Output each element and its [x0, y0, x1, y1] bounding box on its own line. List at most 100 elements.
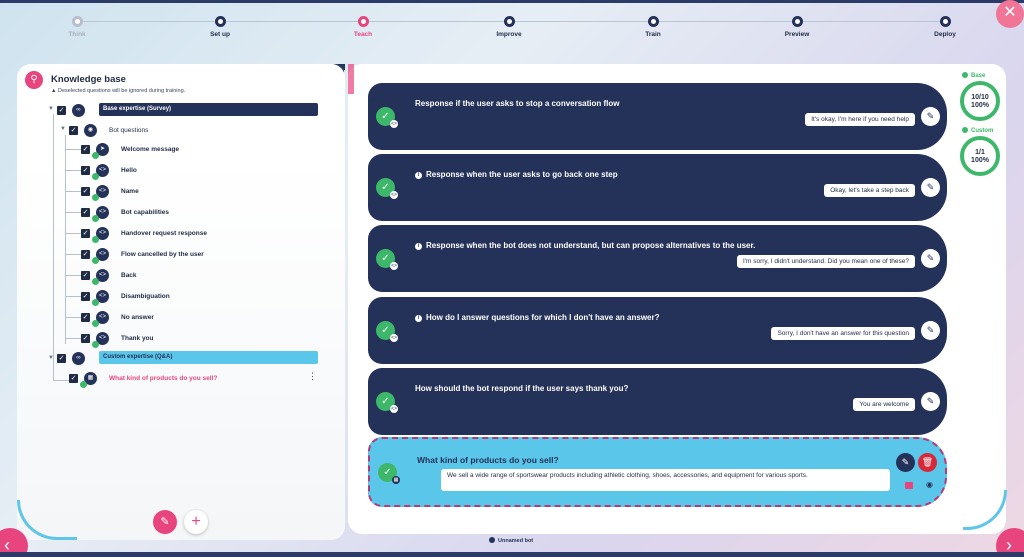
tree-item-disambiguation[interactable]: ✓ <> Disambiguation [81, 288, 170, 306]
decoration-stripe [348, 64, 354, 94]
edit-answer-button[interactable]: ✎ [921, 178, 940, 197]
card-question: What kind of products do you sell? [417, 455, 559, 465]
collapse-toggle[interactable]: ▼ [48, 355, 54, 361]
tag-icon[interactable] [905, 482, 913, 489]
checkbox[interactable]: ✓ [81, 228, 90, 238]
pencil-icon: ✎ [926, 111, 935, 121]
base-progress-ring: 10/10 100% [960, 81, 1000, 121]
tree-item-name[interactable]: ✓ <> Name [81, 183, 139, 201]
answer-card[interactable]: ✓ <> i Response when the bot does not unde… [368, 225, 947, 292]
edit-answer-button[interactable]: ✎ [921, 321, 940, 340]
add-button[interactable]: + [184, 510, 208, 534]
check-icon: ✓ <> [376, 178, 398, 199]
screen-icon [791, 16, 803, 27]
knowledge-base-panel: ⚲ Knowledge base ▲ Deselected questions … [17, 64, 345, 540]
answer-textbox[interactable]: We sell a wide range of sportswear produ… [441, 469, 890, 491]
tree-item-bot-questions[interactable]: ✓ ◉ Bot questions [69, 122, 148, 138]
pin-icon [962, 72, 968, 78]
close-icon: ✕ [1003, 4, 1017, 21]
tree-item-thank-you[interactable]: ✓ <> Thank you [81, 330, 154, 348]
step-label: Think [68, 31, 86, 38]
checkbox[interactable]: ✓ [69, 125, 78, 135]
edit-answer-button[interactable]: ✎ [921, 249, 940, 268]
answer-card[interactable]: ✓ <> i How do I answer questions for which… [368, 297, 947, 364]
step-label: Teach [353, 31, 373, 38]
checkbox[interactable]: ✓ [81, 249, 90, 259]
collapse-toggle[interactable]: ▼ [48, 106, 54, 112]
tree-item-flow-cancelled[interactable]: ✓ <> Flow cancelled by the user [81, 246, 204, 264]
checkbox[interactable]: ✓ [81, 207, 90, 217]
answer-card[interactable]: ✓ <> i Response when the user asks to go b… [368, 154, 947, 221]
checkbox[interactable]: ✓ [81, 291, 90, 301]
code-icon: <> [92, 331, 109, 348]
more-options-icon[interactable]: ⋮ [308, 371, 317, 382]
step-label: Set up [210, 31, 230, 38]
checkbox[interactable]: ✓ [57, 105, 66, 115]
step-think[interactable]: Think [37, 16, 117, 38]
triangle-icon [503, 16, 515, 27]
edit-button[interactable]: ✎ [153, 510, 177, 534]
step-set-up[interactable]: Set up [180, 16, 260, 38]
base-expertise-label[interactable]: Base expertise (Survey) [99, 103, 318, 116]
edit-answer-button[interactable]: ✎ [921, 107, 940, 126]
tree-item-welcome-message[interactable]: ✓ ➤ Welcome message [81, 141, 179, 159]
check-icon: ✓ <> [376, 107, 398, 128]
info-icon: i [415, 315, 422, 322]
tree-item-hello[interactable]: ✓ <> Hello [81, 162, 137, 180]
card-answer: Sorry, I don't have an answer for this q… [771, 327, 915, 340]
lightbulb-icon [71, 16, 83, 27]
answer-card[interactable]: ✓ <> How should the bot respond if the us… [368, 368, 947, 435]
custom-stat-label: Custom [962, 127, 993, 134]
edit-answer-button[interactable]: ✎ [921, 392, 940, 411]
checkbox[interactable]: ✓ [81, 165, 90, 175]
info-icon: i [415, 172, 422, 179]
card-answer: You are welcome [853, 398, 915, 411]
step-label: Improve [496, 31, 522, 38]
checkbox[interactable]: ✓ [81, 312, 90, 322]
step-deploy[interactable]: Deploy [905, 16, 985, 38]
warning-text: ▲ Deselected questions will be ignored d… [51, 88, 186, 94]
step-preview[interactable]: Preview [757, 16, 837, 38]
pencil-icon: ✎ [926, 253, 935, 263]
tree-item-back[interactable]: ✓ <> Back [81, 267, 137, 285]
checkbox[interactable]: ✓ [81, 270, 90, 280]
card-answer: It's okay, I'm here if you need help [805, 113, 915, 126]
tree-item-base-expertise[interactable]: ✓ ∞ [57, 102, 85, 118]
delete-button[interactable]: 🗑 [918, 453, 937, 472]
collapse-toggle[interactable]: ▼ [60, 126, 66, 132]
code-icon: <> [92, 268, 109, 285]
eye-icon: ◉ [84, 123, 97, 137]
checkbox[interactable]: ✓ [81, 186, 90, 196]
edit-answer-button[interactable]: ✎ [896, 453, 915, 472]
knowledge-base-title: Knowledge base [51, 74, 126, 85]
dumbbell-icon [647, 16, 659, 27]
code-icon: <> [92, 184, 109, 201]
eye-icon[interactable]: ◉ [926, 480, 933, 489]
progress-stepper: Think Set up Teach Improve Train Preview… [0, 10, 1024, 50]
checkbox[interactable]: ✓ [81, 144, 90, 154]
tree-item-handover-request[interactable]: ✓ <> Handover request response [81, 225, 207, 243]
step-label: Preview [784, 31, 810, 38]
step-teach[interactable]: Teach [323, 16, 403, 38]
tree-item-custom-expertise[interactable]: ✓ ∞ [57, 350, 85, 366]
selected-answer-card[interactable]: ✓ ▦ What kind of products do you sell? We… [368, 437, 947, 507]
step-train[interactable]: Train [613, 16, 693, 38]
close-button[interactable]: ✕ [996, 0, 1024, 28]
custom-expertise-label[interactable]: Custom expertise (Q&A) [99, 351, 318, 364]
search-icon[interactable]: ⚲ [25, 71, 43, 89]
checkbox[interactable]: ✓ [57, 353, 66, 363]
pencil-icon: ✎ [160, 516, 170, 528]
trash-icon: 🗑 [921, 457, 934, 467]
tree-item-bot-capabilities[interactable]: ✓ <> Bot capabilities [81, 204, 169, 222]
base-stat-label: Base [962, 72, 985, 79]
answer-card[interactable]: ✓ <> Response if the user asks to stop a … [368, 83, 947, 150]
step-improve[interactable]: Improve [469, 16, 549, 38]
pencil-icon: ✎ [926, 396, 935, 406]
checkbox[interactable]: ✓ [69, 373, 78, 383]
card-answer: I'm sorry, I didn't understand. Did you … [736, 255, 915, 268]
tree-item-custom-question[interactable]: ✓ ▦ What kind of products do you sell? [69, 370, 217, 388]
tree-item-no-answer[interactable]: ✓ <> No answer [81, 309, 154, 327]
checkbox[interactable]: ✓ [81, 333, 90, 343]
pencil-icon [357, 16, 369, 27]
card-question: i Response when the user asks to go back … [415, 170, 618, 179]
